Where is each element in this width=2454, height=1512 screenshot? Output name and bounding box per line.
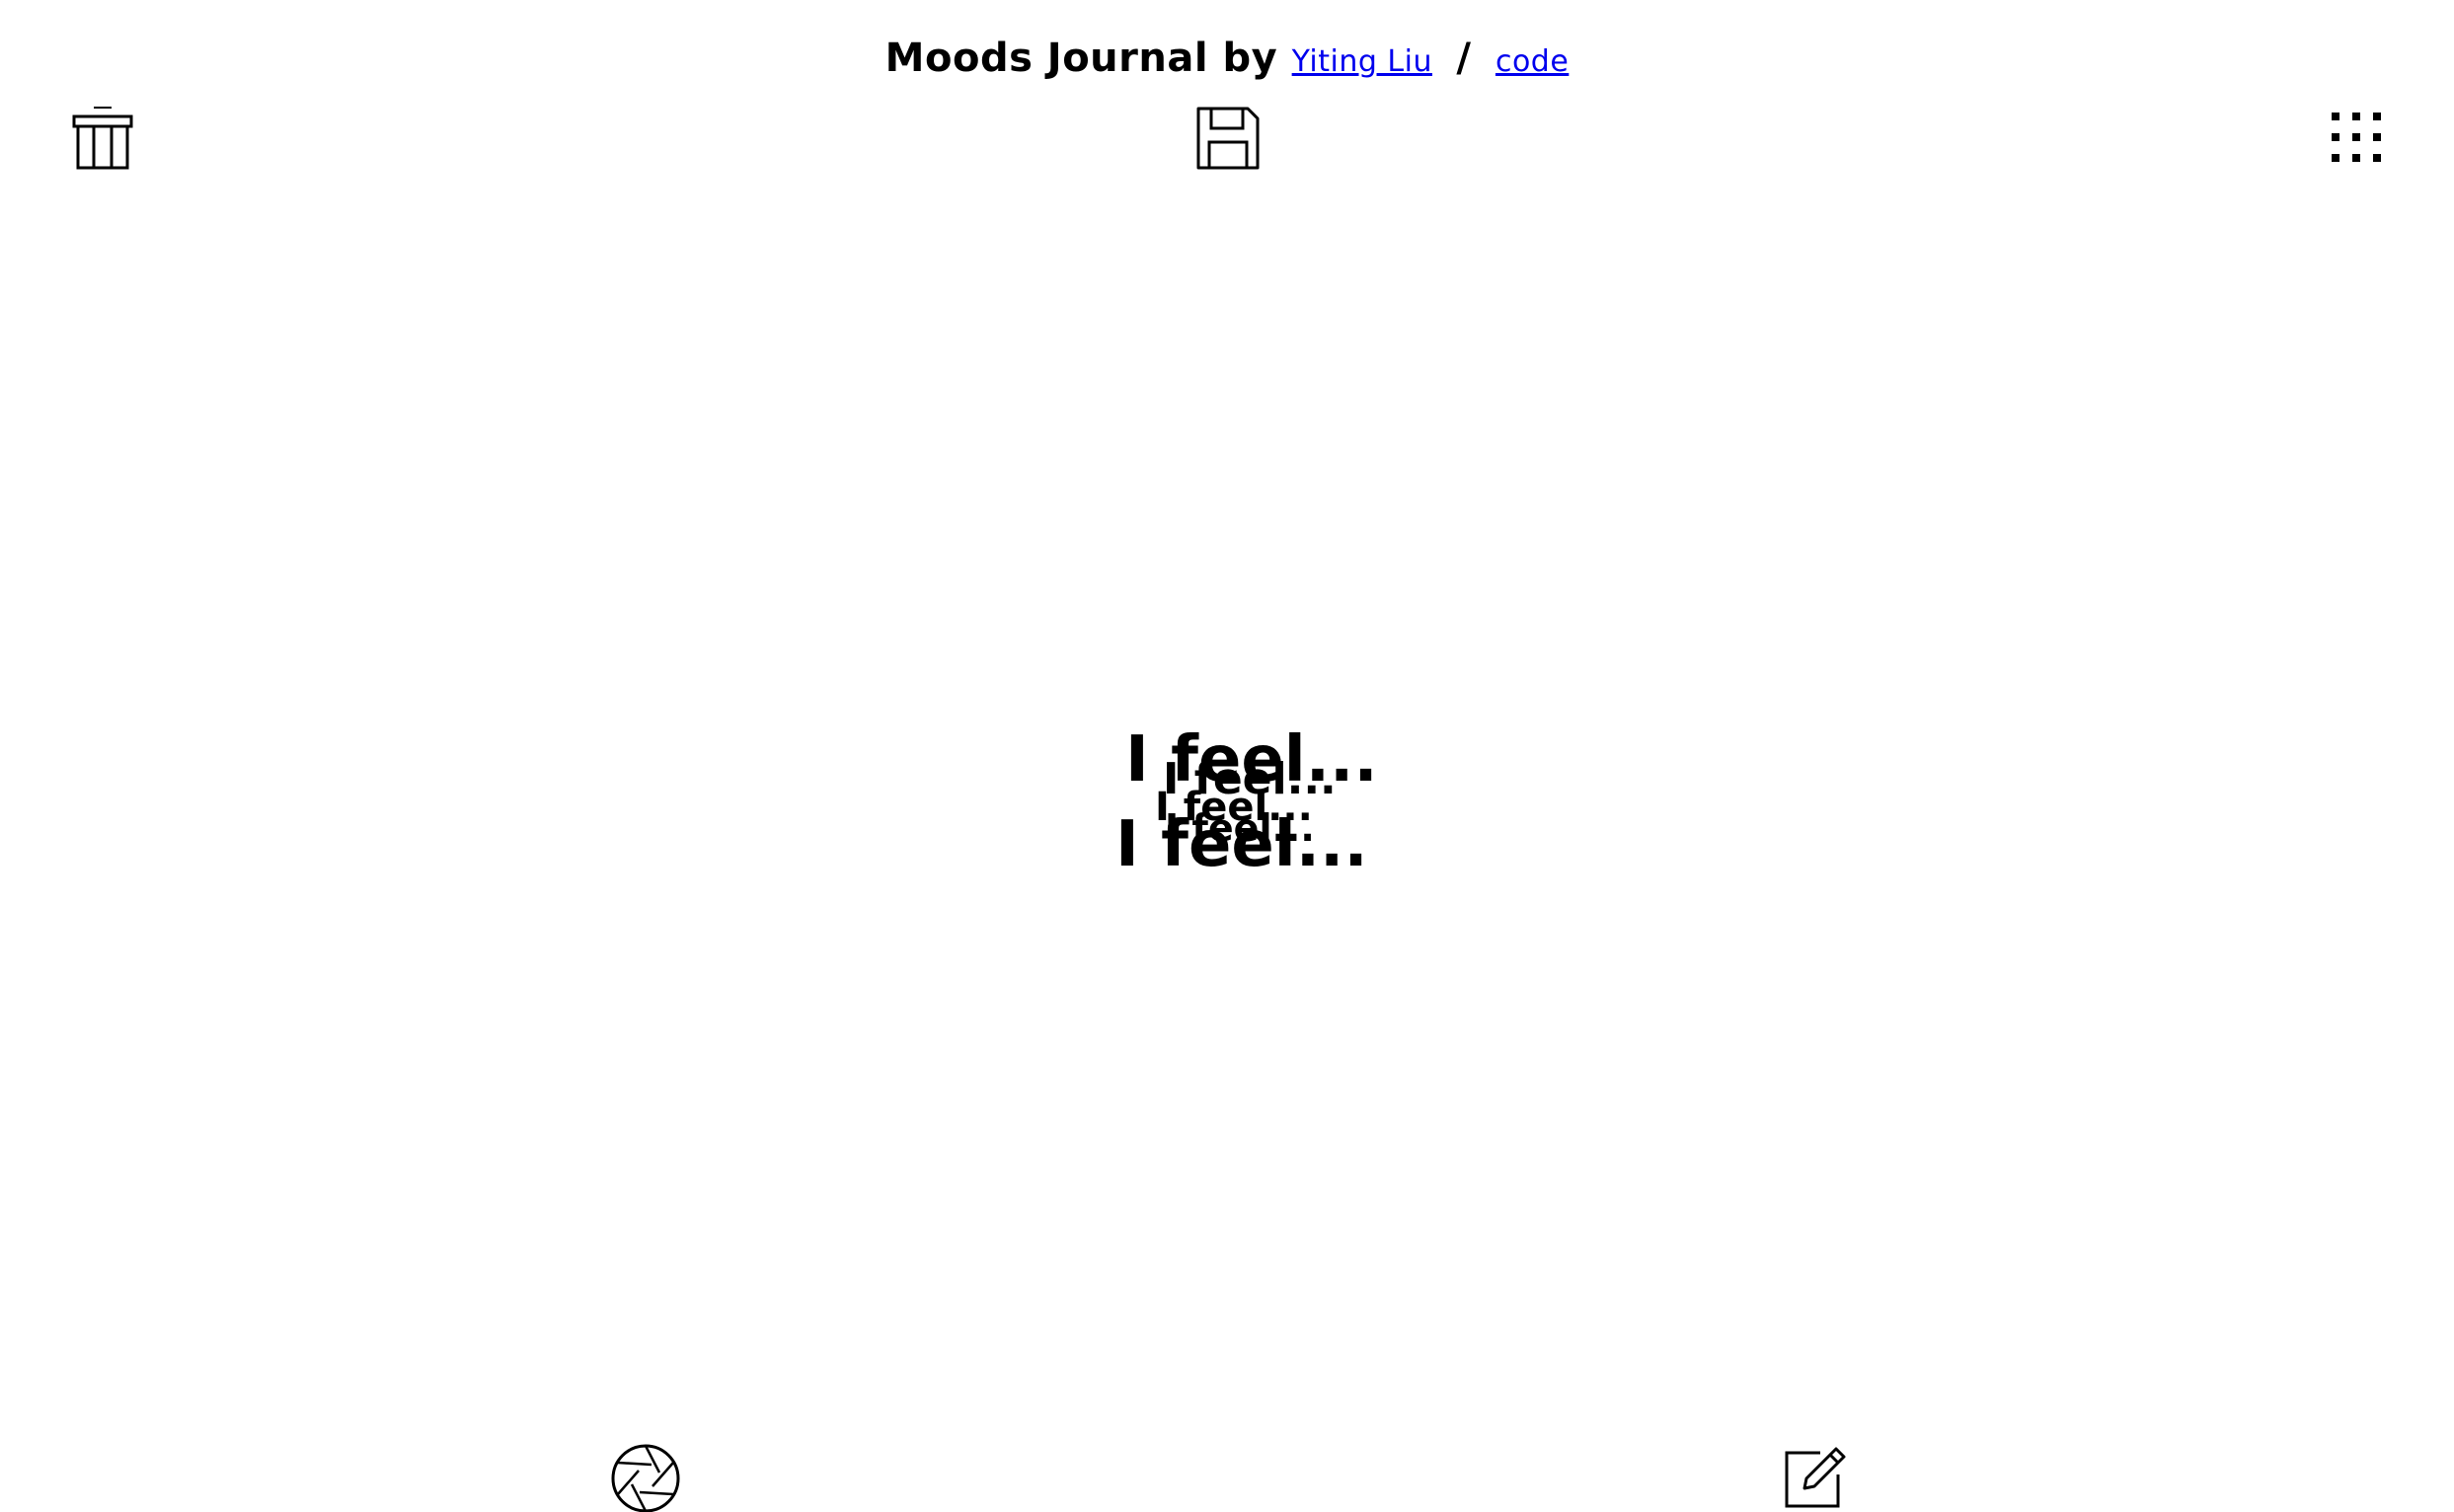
save-icon xyxy=(1196,107,1260,170)
delete-button[interactable] xyxy=(72,105,133,170)
edit-icon xyxy=(1785,1447,1846,1508)
gallery-button[interactable] xyxy=(2330,111,2383,164)
code-link[interactable]: code xyxy=(1495,44,1569,79)
capture-button[interactable] xyxy=(610,1443,681,1512)
author-link[interactable]: Yiting Liu xyxy=(1292,44,1432,79)
trash-icon xyxy=(72,107,133,170)
page-header: Moods Journal by Yiting Liu / code xyxy=(0,36,2454,81)
moods-journal-page: Moods Journal by Yiting Liu / code I fee… xyxy=(0,0,2454,1512)
aperture-icon xyxy=(611,1444,680,1512)
mood-entry: I feel... xyxy=(1115,808,1368,881)
header-separator: / xyxy=(1456,36,1472,81)
page-title: Moods Journal by xyxy=(884,36,1278,81)
mood-text-canvas: I feel... I feel... I feel... I feel... … xyxy=(1115,728,1392,896)
save-button[interactable] xyxy=(1194,105,1262,172)
write-button[interactable] xyxy=(1783,1445,1848,1510)
grid-icon xyxy=(2332,113,2381,162)
